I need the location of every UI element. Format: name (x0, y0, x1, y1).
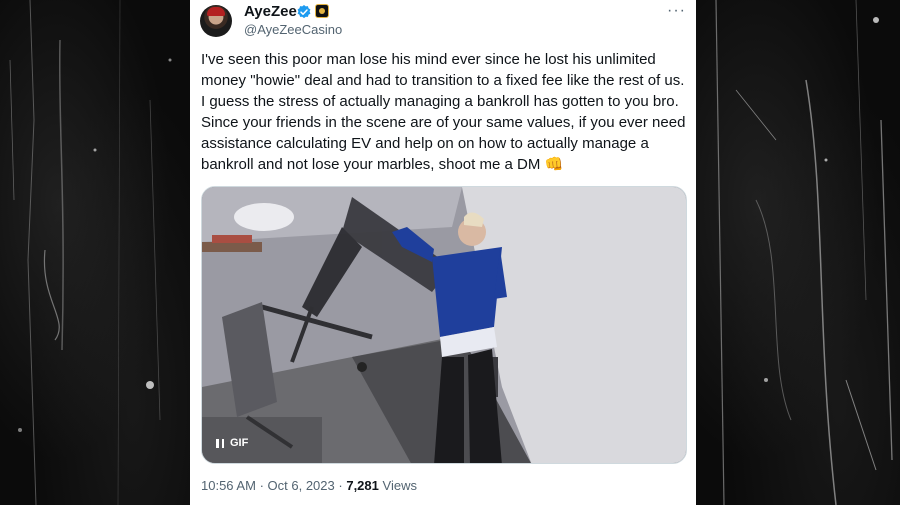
meta-separator: · (259, 478, 264, 493)
views-count[interactable]: 7,281 (346, 478, 379, 493)
verified-badge-icon (297, 5, 311, 19)
scratch-texture-left (9, 0, 172, 505)
avatar-santa-hat (207, 7, 225, 16)
tweet-time[interactable]: 10:56 AM (201, 478, 256, 493)
gif-label: GIF (230, 437, 249, 449)
tweet-card: AyeZee @AyeZeeCasino ··· I've seen this … (190, 0, 696, 505)
author-name[interactable]: AyeZee (244, 3, 297, 20)
affiliate-badge-icon[interactable] (315, 4, 329, 18)
tweet-media-gif[interactable]: GIF (201, 186, 687, 464)
gif-frame-illustration (202, 187, 686, 463)
tweet-metadata: 10:56 AM · Oct 6, 2023 · 7,281 Views (201, 478, 417, 493)
author-avatar[interactable] (200, 5, 232, 37)
more-options-icon[interactable]: ··· (667, 2, 686, 20)
tweet-date[interactable]: Oct 6, 2023 (268, 478, 335, 493)
meta-separator: · (338, 478, 343, 493)
background-right-panel (696, 0, 900, 505)
pause-icon[interactable] (216, 438, 224, 448)
tweet-text: I've seen this poor man lose his mind ev… (201, 51, 686, 173)
gif-badge[interactable]: GIF (212, 435, 252, 451)
views-label: Views (382, 478, 417, 493)
author-handle[interactable]: @AyeZeeCasino (244, 22, 342, 37)
scratch-texture-right (715, 0, 893, 505)
background-left-panel (0, 0, 190, 505)
